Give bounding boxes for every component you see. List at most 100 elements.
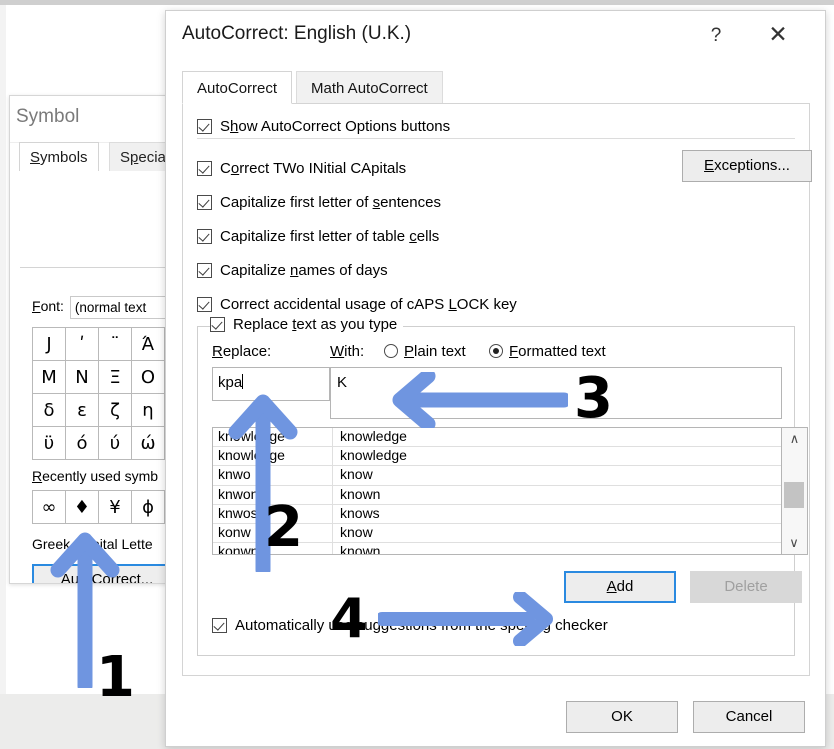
entry-with-text: know bbox=[340, 523, 373, 540]
autocorrect-entry-row[interactable]: knowledge knowledge bbox=[213, 428, 781, 448]
entry-with-text: know bbox=[340, 466, 373, 483]
checkbox-box bbox=[197, 161, 212, 176]
tab-autocorrect[interactable]: AutoCorrect bbox=[182, 71, 293, 104]
entry-replace-text: knwo bbox=[213, 466, 333, 485]
entry-replace-text: konwn bbox=[213, 543, 333, 554]
close-icon[interactable]: ✕ bbox=[758, 21, 798, 51]
recently-used-grid[interactable]: ∞ ♦ ¥ ϕ bbox=[32, 490, 182, 524]
window-left-edge bbox=[0, 5, 6, 694]
autocorrect-option-2[interactable]: Capitalize first letter of sentences bbox=[197, 194, 441, 212]
entry-with-text: knowledge bbox=[340, 428, 407, 444]
symbol-cell[interactable]: ό bbox=[66, 427, 99, 460]
autocorrect-entry-row[interactable]: knowledge knowledge bbox=[213, 447, 781, 467]
symbol-grid-row: MNΞO bbox=[33, 361, 182, 394]
symbol-cell[interactable]: ♦ bbox=[66, 491, 99, 524]
symbol-cell[interactable]: J bbox=[33, 328, 66, 361]
cancel-button[interactable]: Cancel bbox=[693, 701, 805, 733]
symbol-cell[interactable]: δ bbox=[33, 394, 66, 427]
symbol-cell[interactable]: ϋ bbox=[33, 427, 66, 460]
symbol-cell[interactable]: ε bbox=[66, 394, 99, 427]
autocorrect-option-4[interactable]: Capitalize names of days bbox=[197, 262, 388, 280]
symbol-cell[interactable]: Ά bbox=[132, 328, 165, 361]
autocorrect-option-5[interactable]: Correct accidental usage of cAPS LOCK ke… bbox=[197, 296, 517, 314]
symbol-cell[interactable]: ʹ bbox=[66, 328, 99, 361]
symbol-dialog-body: Font: (normal text J ʹ ¨ Ά M N Ξ Oδ ε ζ η ϋ ό ύ ώ Recen… bbox=[20, 267, 182, 583]
autocorrect-option-label: Capitalize names of days bbox=[220, 262, 388, 279]
ok-button[interactable]: OK bbox=[566, 701, 678, 733]
autocorrect-option-label: Correct TWo INitial CApitals bbox=[220, 160, 407, 177]
autocorrect-entry-row[interactable]: knwon known bbox=[213, 485, 781, 505]
checkbox-box bbox=[197, 195, 212, 210]
replace-input-value: kpa bbox=[218, 374, 243, 391]
symbol-dialog-title: Symbol bbox=[16, 106, 80, 127]
scrollbar-thumb[interactable] bbox=[784, 482, 804, 508]
symbol-cell[interactable]: ύ bbox=[99, 427, 132, 460]
autocorrect-button[interactable]: AutoCorrect... bbox=[32, 564, 182, 583]
symbol-grid-row: J ʹ ¨ Ά bbox=[33, 328, 182, 361]
recently-used-label-text: ecently used symb bbox=[42, 468, 159, 484]
symbol-cell[interactable]: ¨ bbox=[99, 328, 132, 361]
replace-input[interactable]: kpa bbox=[212, 367, 330, 401]
replace-text-as-you-type-label: Replace text as you type bbox=[233, 316, 398, 333]
symbol-cell[interactable]: η bbox=[132, 394, 165, 427]
symbol-cell[interactable]: ώ bbox=[132, 427, 165, 460]
entry-replace-text: knwos bbox=[213, 504, 333, 523]
checkbox-box bbox=[212, 618, 227, 633]
auto-suggestions-label: Automatically use suggestions from the s… bbox=[235, 617, 608, 634]
autocorrect-option-label: Capitalize first letter of table cells bbox=[220, 228, 440, 245]
autocorrect-option-label: Show AutoCorrect Options buttons bbox=[220, 118, 451, 135]
entry-with-text: known bbox=[340, 485, 381, 502]
autocorrect-option-3[interactable]: Capitalize first letter of table cells bbox=[197, 228, 439, 246]
entry-replace-text: knwon bbox=[213, 485, 333, 504]
symbol-cell[interactable]: M bbox=[33, 361, 66, 394]
autocorrect-titlebar: AutoCorrect: English (U.K.) ? ✕ bbox=[166, 11, 825, 59]
scroll-down-icon[interactable]: ∨ bbox=[782, 532, 806, 554]
radio-circle bbox=[489, 344, 503, 358]
autocorrect-option-1[interactable]: Correct TWo INitial CApitals bbox=[197, 160, 406, 178]
with-input-value: K bbox=[337, 374, 348, 391]
with-label: With: bbox=[330, 343, 365, 360]
symbol-cell[interactable]: ¥ bbox=[99, 491, 132, 524]
character-name: Greek Capital Lette bbox=[32, 536, 153, 552]
symbol-cell[interactable]: Ξ bbox=[99, 361, 132, 394]
autocorrect-tabs: AutoCorrect Math AutoCorrect bbox=[182, 71, 810, 105]
checkbox-box bbox=[197, 297, 212, 312]
symbol-grid-row: ϋόύώ bbox=[33, 427, 182, 460]
add-button[interactable]: Add bbox=[564, 571, 676, 603]
help-icon[interactable]: ? bbox=[699, 21, 733, 51]
autocorrect-option-0[interactable]: Show AutoCorrect Options buttons bbox=[197, 118, 450, 136]
autocorrect-entry-list[interactable]: knowledge knowledge knowledge knowledge knwo… bbox=[212, 427, 782, 555]
symbol-cell[interactable]: ϕ bbox=[132, 491, 165, 524]
radio-plain-text[interactable]: Plain text bbox=[384, 343, 466, 360]
with-input[interactable]: K bbox=[330, 367, 782, 419]
replace-text-as-you-type-checkbox[interactable]: Replace text as you type bbox=[210, 316, 404, 334]
symbol-cell[interactable]: ∞ bbox=[33, 491, 66, 524]
autocorrect-entry-row[interactable]: knwo know bbox=[213, 466, 781, 486]
symbol-cell[interactable]: N bbox=[66, 361, 99, 394]
replace-text-group: Replace text as you type Replace: With: … bbox=[197, 316, 808, 656]
autocorrect-entry-row[interactable]: konwn known bbox=[213, 543, 781, 555]
radio-formatted-text[interactable]: Formatted text bbox=[489, 343, 606, 360]
entry-list-scrollbar[interactable]: ∧ ∨ bbox=[782, 427, 808, 555]
entry-with-text: known bbox=[340, 543, 381, 555]
checkbox-box bbox=[210, 317, 225, 332]
autocorrect-entry-row[interactable]: knwos knows bbox=[213, 504, 781, 524]
autocorrect-entry-row[interactable]: konw know bbox=[213, 523, 781, 544]
autocorrect-dialog: AutoCorrect: English (U.K.) ? ✕ AutoCorr… bbox=[165, 10, 826, 747]
tab-math-autocorrect[interactable]: Math AutoCorrect bbox=[296, 71, 443, 104]
scroll-up-icon[interactable]: ∧ bbox=[782, 428, 807, 450]
font-row: Font: (normal text bbox=[32, 296, 182, 319]
symbol-grid[interactable]: J ʹ ¨ Ά M N Ξ Oδ ε ζ η ϋ ό ύ ώ bbox=[32, 327, 182, 460]
symbol-cell[interactable]: ζ bbox=[99, 394, 132, 427]
checkbox-box bbox=[197, 119, 212, 134]
symbol-cell[interactable]: O bbox=[132, 361, 165, 394]
tab-symbols[interactable]: Symbols bbox=[19, 142, 99, 171]
auto-suggestions-checkbox[interactable]: Automatically use suggestions from the s… bbox=[212, 617, 608, 635]
entry-replace-text: knowledge bbox=[213, 428, 333, 447]
font-label: Font: bbox=[32, 298, 64, 315]
autocorrect-option-label: Correct accidental usage of cAPS LOCK ke… bbox=[220, 296, 517, 313]
checkbox-box bbox=[197, 263, 212, 278]
entry-with-text: knows bbox=[340, 504, 380, 521]
symbol-grid-row: ∞ ♦ ¥ ϕ bbox=[33, 491, 182, 524]
exceptions-button[interactable]: Exceptions... bbox=[682, 150, 812, 182]
